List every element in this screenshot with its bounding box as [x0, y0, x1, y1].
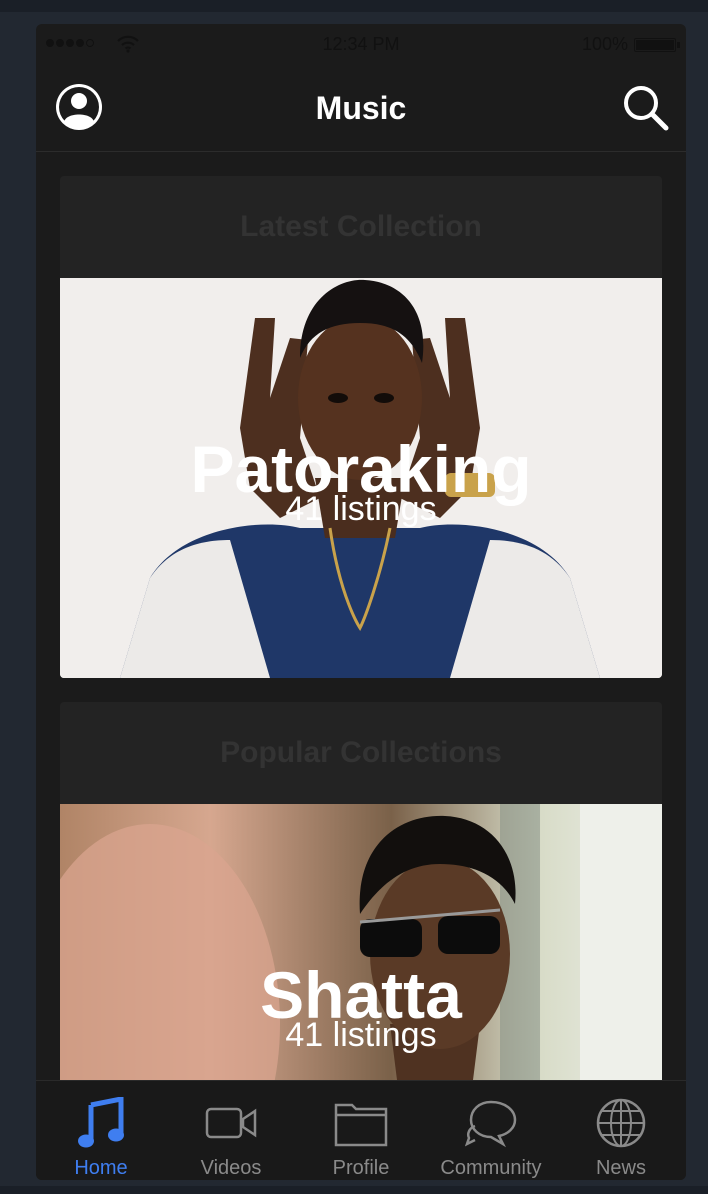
- music-note-icon: [73, 1095, 129, 1151]
- window-top-strip: [0, 0, 708, 12]
- search-button[interactable]: [620, 82, 670, 132]
- phone-screen: 12:34 PM 100% Music Latest Collection Pa…: [36, 24, 686, 1180]
- tab-label: Community: [440, 1157, 542, 1179]
- globe-icon: [593, 1095, 649, 1151]
- chat-bubbles-icon: [463, 1095, 519, 1151]
- tab-news[interactable]: News: [556, 1081, 686, 1180]
- tab-home[interactable]: Home: [36, 1081, 166, 1180]
- window-bottom-strip: [0, 1186, 708, 1194]
- section-header: Popular Collections: [60, 702, 662, 804]
- user-profile-button[interactable]: [54, 82, 104, 132]
- tab-community[interactable]: Community: [426, 1081, 556, 1180]
- collection-card[interactable]: Patoraking 41 listings: [60, 278, 662, 678]
- card-subtitle: 41 listings: [285, 490, 437, 528]
- collection-card[interactable]: Shatta 41 listings: [60, 804, 662, 1080]
- section-header: Latest Collection: [60, 176, 662, 278]
- tab-label: Profile: [332, 1157, 390, 1179]
- video-camera-icon: [203, 1095, 259, 1151]
- status-bar: 12:34 PM 100%: [36, 24, 686, 64]
- tab-label: Home: [74, 1157, 128, 1179]
- tab-label: Videos: [200, 1157, 262, 1179]
- page-title: Music: [315, 90, 407, 126]
- folder-icon: [333, 1095, 389, 1151]
- battery-percentage: 100%: [581, 34, 628, 54]
- tab-label: News: [595, 1157, 646, 1179]
- card-subtitle: 41 listings: [285, 1016, 437, 1054]
- tab-profile[interactable]: Profile: [296, 1081, 426, 1180]
- tab-videos[interactable]: Videos: [166, 1081, 296, 1180]
- battery-icon: [634, 38, 680, 52]
- user-avatar-icon: [56, 84, 102, 130]
- popular-collections-section: Popular Collections Shatta 41 listings: [60, 702, 662, 1080]
- nav-bar: Music: [36, 64, 686, 152]
- content-scroll-area[interactable]: Latest Collection Patoraking 41 listings…: [36, 152, 686, 1080]
- latest-collection-section: Latest Collection Patoraking 41 listings: [60, 176, 662, 678]
- tab-bar: Home Videos Profile Community News: [36, 1080, 686, 1180]
- search-icon: [624, 86, 669, 131]
